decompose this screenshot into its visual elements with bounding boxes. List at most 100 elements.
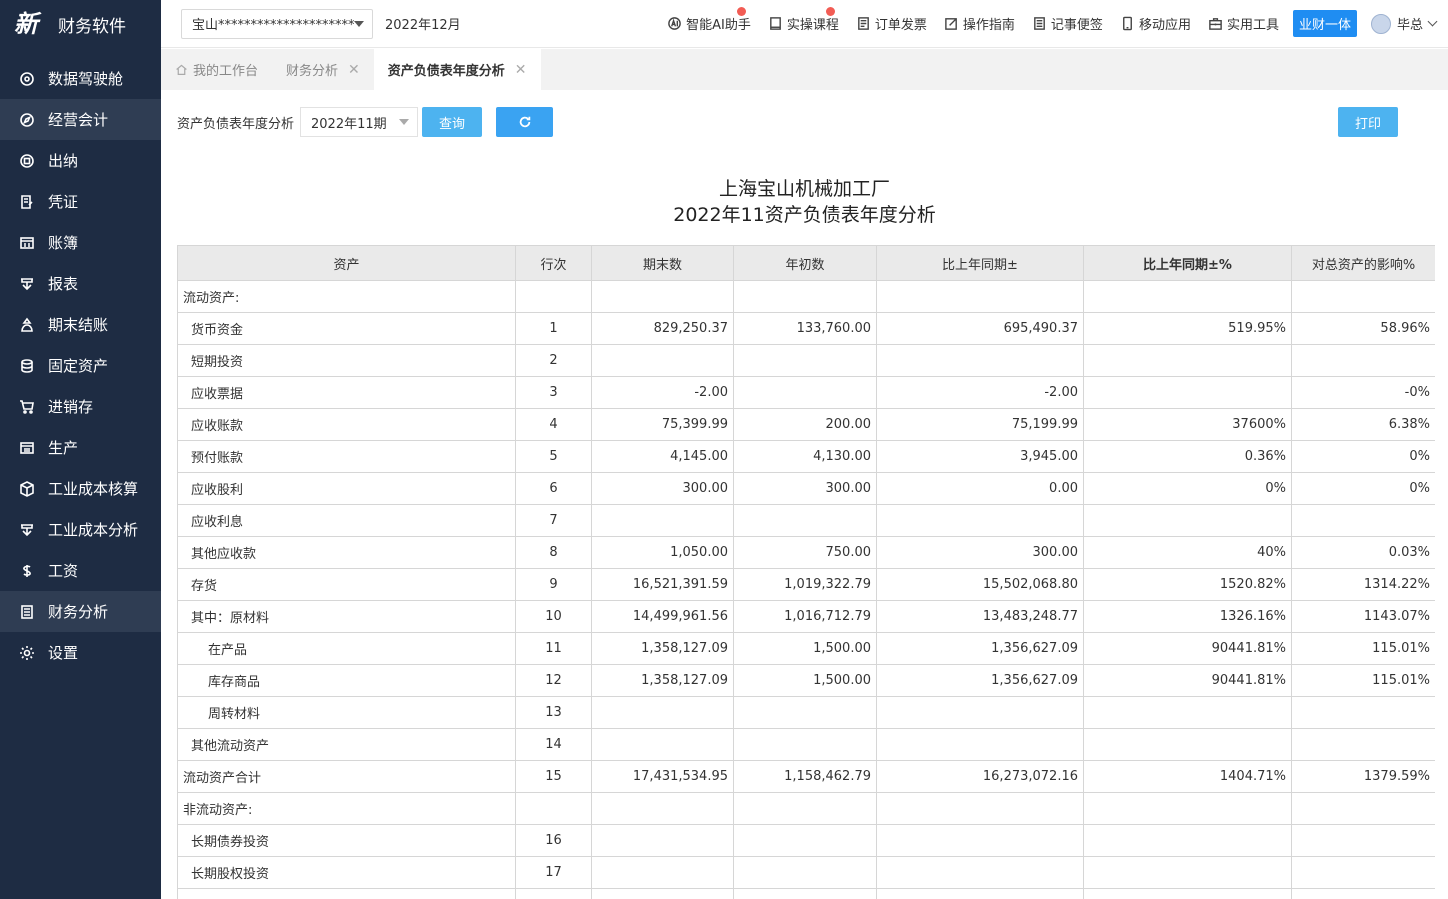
cell-row: 9: [515, 568, 592, 601]
cell-diff: [876, 792, 1084, 825]
column-header[interactable]: 比上年同期±%: [1083, 245, 1292, 281]
table-row: 其他应收款 8 1,050.00 750.00 300.00 40% 0.03%: [177, 536, 1435, 569]
close-icon[interactable]: ✕: [348, 62, 360, 78]
cell-row: [515, 792, 592, 825]
sidebar-item[interactable]: 账簿: [0, 222, 161, 263]
cell-begin: [733, 696, 877, 729]
sidebar-item[interactable]: 工业成本核算: [0, 468, 161, 509]
table-body: 流动资产: 货币资金 1 829,250.37 133,760.00 695,490.37…: [177, 280, 1435, 899]
cell-row: 6: [515, 472, 592, 505]
tab[interactable]: 我的工作台: [161, 49, 272, 90]
sidebar-item[interactable]: 生产: [0, 427, 161, 468]
sidebar-item[interactable]: 固定资产: [0, 345, 161, 386]
sidebar-item[interactable]: 报表: [0, 263, 161, 304]
top-action-button[interactable]: 移动应用: [1120, 14, 1191, 33]
column-header[interactable]: 行次: [515, 245, 592, 281]
cell-begin: 1,019,322.79: [733, 568, 877, 601]
sidebar-item[interactable]: 凭证: [0, 181, 161, 222]
cell-row: [515, 888, 592, 899]
user-menu[interactable]: 毕总: [1370, 13, 1438, 34]
table-row: 存货 9 16,521,391.59 1,019,322.79 15,502,068.8…: [177, 568, 1435, 601]
avatar: [1370, 13, 1391, 34]
print-button[interactable]: 打印: [1338, 107, 1398, 137]
cell-impact: 0.03%: [1291, 536, 1435, 569]
cell-pct: 1404.71%: [1083, 760, 1292, 793]
tab[interactable]: 财务分析 ✕: [272, 49, 374, 90]
cell-diff: 3,945.00: [876, 440, 1084, 473]
refresh-button[interactable]: [496, 107, 554, 137]
yecai-button[interactable]: 业财一体: [1292, 10, 1357, 37]
column-header[interactable]: 期末数: [591, 245, 734, 281]
top-actions: 智能AI助手 实操课程 订单发票 操作指南 记事便签 移动应用 实用工具 业财一体 毕总: [650, 7, 1448, 37]
column-header[interactable]: 年初数: [733, 245, 877, 281]
cell-begin: [733, 888, 877, 899]
table-row: 流动资产合计 15 17,431,534.95 1,158,462.79 16,273,…: [177, 760, 1435, 793]
dashboard-icon: [18, 70, 36, 88]
cell-pct: [1083, 280, 1292, 313]
cell-begin: 300.00: [733, 472, 877, 505]
top-action-button[interactable]: 操作指南: [944, 14, 1015, 33]
cell-begin: 1,158,462.79: [733, 760, 877, 793]
cell-pct: 90441.81%: [1083, 632, 1292, 665]
analysis-icon: [18, 521, 36, 539]
cell-diff: [876, 856, 1084, 889]
tab[interactable]: 资产负债表年度分析 ✕: [373, 49, 541, 90]
column-header[interactable]: 对总资产的影响%: [1291, 245, 1435, 281]
cell-row: 3: [515, 376, 592, 409]
sidebar-item[interactable]: 数据驾驶舱: [0, 58, 161, 99]
top-action-button[interactable]: 智能AI助手: [667, 7, 751, 33]
cell-diff: -2.00: [876, 376, 1084, 409]
cell-end: 1,358,127.09: [591, 664, 734, 697]
cell-begin: [733, 376, 877, 409]
top-bar: 宝山********************** 2022年12月 智能AI助手…: [161, 0, 1448, 48]
cell-item-name: 应收股利: [177, 472, 516, 505]
sidebar-item[interactable]: 财务分析: [0, 591, 161, 632]
cell-item-name: 其中：原材料: [177, 600, 516, 633]
balance-sheet-table-wrap[interactable]: 资产 行次 期末数 年初数 比上年同期± 比上年同期±% 对总资产的影响% 流动资产: 货币资…: [177, 245, 1435, 899]
period-select[interactable]: 2022年11期: [300, 107, 419, 137]
cell-begin: [733, 792, 877, 825]
top-action-label: 实用工具: [1226, 18, 1279, 33]
company-select-value: 宝山**********************: [192, 18, 354, 33]
tab-label: 财务分析: [286, 64, 339, 79]
cashier-icon: [18, 152, 36, 170]
top-action-button[interactable]: 实用工具: [1208, 14, 1279, 33]
top-action-button[interactable]: 订单发票: [856, 14, 927, 33]
cell-end: 1,358,127.09: [591, 632, 734, 665]
user-name: 毕总: [1396, 18, 1423, 33]
cell-row: 10: [515, 600, 592, 633]
table-row: 应收股利 6 300.00 300.00 0.00 0% 0%: [177, 472, 1435, 505]
cell-pct: [1083, 376, 1292, 409]
sidebar-item[interactable]: 出纳: [0, 140, 161, 181]
cell-begin: 1,016,712.79: [733, 600, 877, 633]
cell-impact: [1291, 792, 1435, 825]
top-action-button[interactable]: 记事便签: [1032, 14, 1103, 33]
sidebar-item[interactable]: 设置: [0, 632, 161, 673]
column-header[interactable]: 比上年同期±: [876, 245, 1084, 281]
company-select[interactable]: 宝山**********************: [181, 8, 373, 39]
table-row: 长期债券投资 16: [177, 824, 1435, 857]
cell-begin: [733, 824, 877, 857]
cell-item-name: 流动资产合计: [177, 760, 516, 793]
table-row: 其他流动资产 14: [177, 728, 1435, 761]
sidebar-item[interactable]: 工业成本分析: [0, 509, 161, 550]
query-button[interactable]: 查询: [422, 107, 483, 137]
sidebar-item[interactable]: 期末结账: [0, 304, 161, 345]
top-action-label: 订单发票: [874, 18, 927, 33]
column-header[interactable]: 资产: [177, 245, 516, 281]
cell-end: 4,145.00: [591, 440, 734, 473]
chevron-down-icon: [1427, 16, 1438, 27]
cell-begin: [733, 344, 877, 377]
sidebar-item[interactable]: 进销存: [0, 386, 161, 427]
sidebar-item[interactable]: 经营会计: [0, 99, 161, 140]
cell-end: 75,399.99: [591, 408, 734, 441]
cell-item-name: 非流动资产:: [177, 792, 516, 825]
sidebar-item[interactable]: 工资: [0, 550, 161, 591]
cell-impact: 1314.22%: [1291, 568, 1435, 601]
sidebar-item-label: 固定资产: [48, 357, 109, 375]
cell-item-name: 存货: [177, 568, 516, 601]
close-icon[interactable]: ✕: [515, 62, 527, 78]
table-row: 非流动资产:: [177, 792, 1435, 825]
cell-row: 1: [515, 312, 592, 345]
top-action-button[interactable]: 实操课程: [768, 7, 839, 33]
